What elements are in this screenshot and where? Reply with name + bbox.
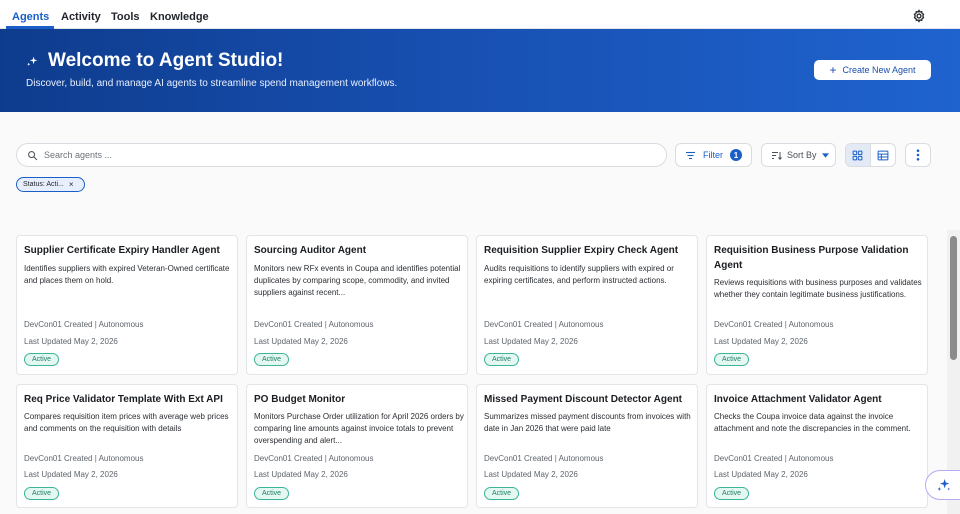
status-filter-chip[interactable]: Status: Acti... × — [16, 177, 85, 192]
agent-card-creator: DevCon01 Created | Autonomous — [24, 454, 144, 463]
plus-icon: + — [829, 63, 837, 77]
status-badge: Active — [24, 487, 60, 500]
view-toggle — [845, 143, 896, 167]
agent-card[interactable]: Requisition Supplier Expiry Check Agent … — [476, 235, 698, 375]
agent-card[interactable]: Missed Payment Discount Detector Agent S… — [476, 384, 698, 508]
top-navigation: Agents Activity Tools Knowledge — [0, 0, 960, 29]
agent-card-creator: DevCon01 Created | Autonomous — [24, 320, 144, 329]
agent-card[interactable]: PO Budget Monitor Monitors Purchase Orde… — [246, 384, 468, 508]
ai-assistant-button[interactable] — [925, 470, 960, 500]
status-badge: Active — [254, 353, 290, 366]
tab-tools[interactable]: Tools — [111, 0, 140, 29]
sparkle-icon — [936, 479, 950, 491]
agent-card-updated: Last Updated May 2, 2026 — [254, 470, 348, 479]
table-view-button[interactable] — [871, 144, 895, 166]
agent-card-description: Audits requisitions to identify supplier… — [484, 264, 674, 285]
agent-card-creator: DevCon01 Created | Autonomous — [714, 454, 834, 463]
filter-button[interactable]: Filter 1 — [675, 143, 752, 167]
filter-label: Filter — [703, 150, 723, 160]
agent-card[interactable]: Requisition Business Purpose Validation … — [706, 235, 928, 375]
scrollbar-thumb[interactable] — [950, 236, 957, 360]
agent-card-title: Requisition Business Purpose Validation … — [714, 245, 909, 271]
agent-card[interactable]: Req Price Validator Template With Ext AP… — [16, 384, 238, 508]
create-new-agent-button[interactable]: + Create New Agent — [814, 60, 931, 80]
status-badge: Active — [714, 487, 750, 500]
agent-card-title: Requisition Supplier Expiry Check Agent — [484, 245, 679, 256]
agent-card-description: Monitors new RFx events in Coupa and ide… — [254, 264, 461, 297]
search-icon — [28, 151, 38, 161]
agent-card-updated: Last Updated May 2, 2026 — [24, 470, 118, 479]
sort-icon — [772, 151, 782, 160]
agent-card-creator: DevCon01 Created | Autonomous — [714, 320, 834, 329]
agent-card-title: Sourcing Auditor Agent — [254, 245, 367, 256]
agent-card-creator: DevCon01 Created | Autonomous — [254, 454, 374, 463]
filter-count-badge: 1 — [730, 149, 742, 161]
grid-view-button[interactable] — [846, 144, 871, 166]
tab-knowledge[interactable]: Knowledge — [150, 0, 209, 29]
status-badge: Active — [254, 487, 290, 500]
grid-icon — [852, 150, 863, 160]
caret-down-icon — [821, 152, 829, 158]
agent-card-description: Identifies suppliers with expired Vetera… — [24, 264, 230, 285]
status-badge: Active — [24, 353, 60, 366]
more-vertical-icon — [916, 149, 920, 161]
agent-card-title: PO Budget Monitor — [254, 394, 346, 405]
agent-card-creator: DevCon01 Created | Autonomous — [484, 320, 604, 329]
agent-card[interactable]: Sourcing Auditor Agent Monitors new RFx … — [246, 235, 468, 375]
more-options-button[interactable] — [905, 143, 931, 167]
agent-card-description: Reviews requisitions with business purpo… — [714, 278, 922, 299]
agent-card-creator: DevCon01 Created | Autonomous — [254, 320, 374, 329]
status-filter-label: Status: Acti... — [23, 181, 64, 188]
tab-agents[interactable]: Agents — [12, 0, 49, 29]
sparkle-icon — [27, 56, 38, 66]
agent-card[interactable]: Invoice Attachment Validator Agent Check… — [706, 384, 928, 508]
agent-card-title: Supplier Certificate Expiry Handler Agen… — [24, 245, 220, 256]
agent-card-description: Summarizes missed payment discounts from… — [484, 412, 691, 433]
agent-card-description: Compares requisition item prices with av… — [24, 412, 229, 433]
page-title: Welcome to Agent Studio! — [48, 50, 284, 71]
search-input[interactable] — [44, 147, 644, 163]
agent-card-description: Checks the Coupa invoice data against th… — [714, 412, 911, 433]
agent-card-title: Invoice Attachment Validator Agent — [714, 394, 882, 405]
page-subtitle: Discover, build, and manage AI agents to… — [26, 78, 398, 89]
filter-icon — [686, 151, 695, 159]
status-badge: Active — [484, 487, 520, 500]
sort-by-button[interactable]: Sort By — [761, 143, 836, 167]
agent-card-description: Monitors Purchase Order utilization for … — [254, 412, 464, 445]
status-badge: Active — [484, 353, 520, 366]
agent-card-updated: Last Updated May 2, 2026 — [714, 470, 808, 479]
table-icon — [877, 150, 889, 160]
agent-card-updated: Last Updated May 2, 2026 — [484, 337, 578, 346]
sort-by-label: Sort By — [787, 150, 817, 160]
close-icon[interactable]: × — [69, 180, 74, 189]
agent-card-updated: Last Updated May 2, 2026 — [714, 337, 808, 346]
agent-card-updated: Last Updated May 2, 2026 — [24, 337, 118, 346]
agent-card-creator: DevCon01 Created | Autonomous — [484, 454, 604, 463]
gear-icon[interactable] — [912, 9, 926, 23]
agent-card[interactable]: Supplier Certificate Expiry Handler Agen… — [16, 235, 238, 375]
hero-banner: Welcome to Agent Studio! Discover, build… — [0, 29, 960, 112]
agent-card-updated: Last Updated May 2, 2026 — [484, 470, 578, 479]
agent-card-updated: Last Updated May 2, 2026 — [254, 337, 348, 346]
tab-activity[interactable]: Activity — [61, 0, 101, 29]
status-badge: Active — [714, 353, 750, 366]
search-box — [16, 143, 667, 167]
create-new-agent-label: Create New Agent — [842, 65, 916, 75]
agent-card-title: Req Price Validator Template With Ext AP… — [24, 394, 223, 405]
agent-card-title: Missed Payment Discount Detector Agent — [484, 394, 683, 405]
